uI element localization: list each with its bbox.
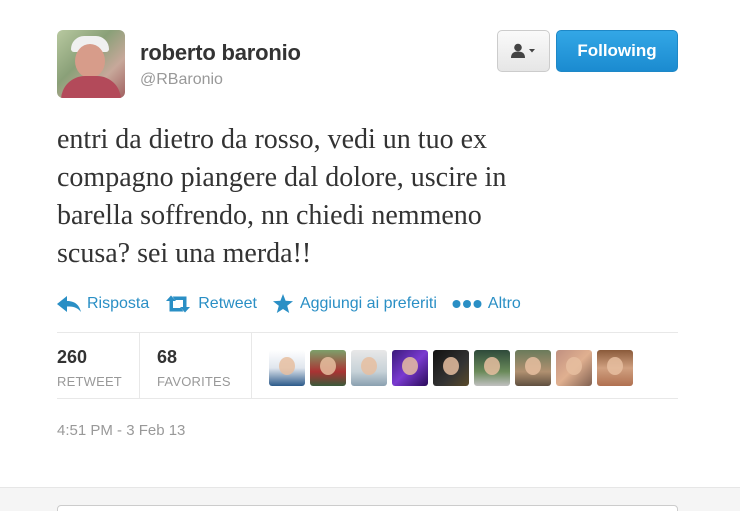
- favorite-label: Aggiungi ai preferiti: [299, 295, 437, 312]
- reply-arrow-icon: [57, 296, 81, 312]
- retweet-action[interactable]: Retweet: [164, 295, 257, 313]
- user-name[interactable]: roberto baronio: [140, 40, 301, 66]
- favorites-count-value: 68: [157, 347, 178, 367]
- following-button[interactable]: Following: [556, 30, 678, 72]
- stats-divider: [139, 333, 140, 399]
- user-actions-button[interactable]: [497, 30, 550, 72]
- favorites-count[interactable]: 68 FAVORITES: [157, 347, 231, 389]
- tweet-header: roberto baronio @RBaronio Following: [57, 30, 678, 98]
- avatar[interactable]: [57, 30, 125, 98]
- favoriter-avatar[interactable]: [597, 350, 633, 386]
- reply-label: Risposta: [87, 295, 150, 312]
- favoriter-avatar[interactable]: [351, 350, 387, 386]
- star-icon: [272, 294, 293, 313]
- user-handle[interactable]: @RBaronio: [140, 71, 223, 89]
- tweet-text-line: entri da dietro da rosso, vedi un tuo ex: [57, 124, 488, 155]
- favoriter-avatar[interactable]: [556, 350, 592, 386]
- tweet-timestamp[interactable]: 4:51 PM - 3 Feb 13: [57, 422, 185, 439]
- favoriter-avatar[interactable]: [392, 350, 428, 386]
- favoriter-avatar[interactable]: [269, 350, 305, 386]
- retweet-icon: [166, 295, 191, 313]
- more-dots-icon: [452, 300, 482, 308]
- tweet-actions: Risposta Retweet Aggiungi ai preferiti A…: [57, 292, 536, 316]
- reply-input[interactable]: [57, 505, 678, 511]
- favoriter-avatar[interactable]: [310, 350, 346, 386]
- retweet-label: Retweet: [198, 295, 257, 312]
- favoriter-avatar[interactable]: [433, 350, 469, 386]
- reply-action[interactable]: Risposta: [57, 295, 149, 313]
- favoriter-avatar[interactable]: [474, 350, 510, 386]
- tweet-stats: 260 RETWEET 68 FAVORITES: [57, 332, 678, 399]
- tweet-text: entri da dietro da rosso, vedi un tuo ex…: [57, 121, 657, 273]
- tweet-card: roberto baronio @RBaronio Following entr…: [57, 30, 678, 439]
- more-action[interactable]: Altro: [452, 295, 521, 313]
- tweet-text-line: scusa? sei una merda!!: [57, 238, 312, 269]
- tweet-text-line: barella soffrendo, nn chiedi nemmeno: [57, 200, 482, 231]
- retweet-count-value: 260: [57, 347, 88, 367]
- favorites-count-label: FAVORITES: [157, 374, 231, 389]
- favorite-action[interactable]: Aggiungi ai preferiti: [272, 294, 437, 314]
- avatar-face: [75, 44, 105, 78]
- retweet-count-label: RETWEET: [57, 374, 122, 389]
- tweet-text-line: compagno piangere dal dolore, uscire in: [57, 162, 507, 193]
- person-dropdown-icon: [510, 43, 535, 58]
- favoriter-avatars: [269, 350, 633, 386]
- stats-divider: [251, 333, 252, 399]
- more-label: Altro: [487, 295, 521, 312]
- retweet-count[interactable]: 260 RETWEET: [57, 347, 122, 389]
- favoriter-avatar[interactable]: [515, 350, 551, 386]
- avatar-shirt: [61, 76, 121, 98]
